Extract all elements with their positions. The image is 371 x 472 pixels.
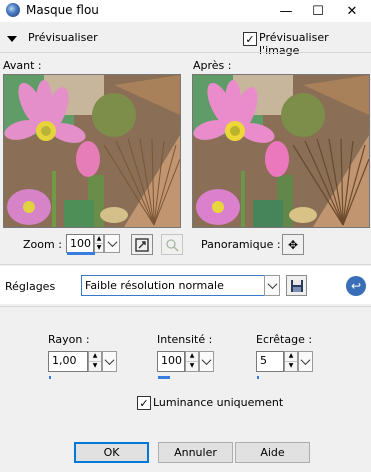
spin-down-icon[interactable]: ▼ bbox=[285, 362, 297, 372]
chevron-down-icon bbox=[201, 355, 212, 366]
before-preview-image[interactable] bbox=[3, 74, 181, 228]
luminance-checkbox[interactable]: ✓ bbox=[137, 396, 151, 410]
spin-up-icon[interactable]: ▲ bbox=[186, 352, 198, 362]
intensity-spinner[interactable]: ▲ ▼ bbox=[185, 351, 199, 372]
zoom-dropdown-button[interactable] bbox=[104, 234, 120, 253]
zoom-level-bar bbox=[67, 252, 95, 255]
help-button[interactable]: Aide bbox=[235, 442, 310, 463]
clipping-input[interactable]: 5 bbox=[256, 351, 284, 372]
zoom-label: Zoom : bbox=[23, 238, 62, 251]
save-disk-icon bbox=[290, 279, 303, 292]
presets-label: Réglages bbox=[5, 280, 56, 293]
divider bbox=[0, 264, 371, 265]
spin-up-icon[interactable]: ▲ bbox=[285, 352, 297, 362]
intensity-value: 100 bbox=[161, 354, 182, 367]
radius-dropdown-button[interactable] bbox=[102, 351, 117, 372]
after-label: Après : bbox=[193, 59, 232, 72]
spin-down-icon[interactable]: ▼ bbox=[186, 362, 198, 372]
presets-value: Faible résolution normale bbox=[85, 279, 224, 292]
preview-image-checkbox[interactable]: ✓ bbox=[243, 32, 257, 46]
preview-image-label: Prévisualiser l'image bbox=[259, 31, 329, 57]
clipping-spinner[interactable]: ▲ ▼ bbox=[284, 351, 298, 372]
cancel-button[interactable]: Annuler bbox=[158, 442, 233, 463]
chevron-down-icon bbox=[107, 237, 117, 248]
close-icon: ✕ bbox=[346, 3, 358, 19]
radius-label: Rayon : bbox=[48, 333, 90, 346]
spin-up-icon[interactable]: ▲ bbox=[89, 352, 101, 362]
clipping-level-bar bbox=[257, 376, 259, 379]
spin-up-icon[interactable]: ▲ bbox=[95, 235, 103, 244]
checkmark-icon: ✓ bbox=[245, 32, 255, 46]
reset-icon: ↩ bbox=[350, 279, 362, 293]
fit-window-icon bbox=[135, 237, 149, 252]
title-bar: Masque flou — ☐ ✕ bbox=[0, 0, 371, 22]
divider bbox=[0, 306, 371, 307]
luminance-label: Luminance uniquement bbox=[153, 396, 284, 409]
radius-spinner[interactable]: ▲ ▼ bbox=[88, 351, 102, 372]
zoom-tool-icon bbox=[166, 238, 179, 252]
close-button[interactable]: ✕ bbox=[335, 0, 369, 22]
save-preset-button[interactable] bbox=[286, 275, 307, 296]
after-preview-image[interactable] bbox=[192, 74, 370, 228]
chevron-down-icon bbox=[104, 355, 115, 366]
intensity-input[interactable]: 100 bbox=[157, 351, 185, 372]
clipping-value: 5 bbox=[260, 354, 267, 367]
radius-value: 1,00 bbox=[52, 354, 77, 367]
preview-label: Prévisualiser bbox=[28, 31, 98, 44]
checkmark-icon: ✓ bbox=[139, 396, 149, 410]
intensity-level-bar bbox=[158, 376, 170, 379]
intensity-dropdown-button[interactable] bbox=[199, 351, 214, 372]
fit-window-button[interactable] bbox=[131, 234, 153, 255]
window-title: Masque flou bbox=[26, 3, 99, 17]
reset-button[interactable]: ↩ bbox=[346, 276, 366, 296]
radius-input[interactable]: 1,00 bbox=[48, 351, 88, 372]
spin-down-icon[interactable]: ▼ bbox=[95, 244, 103, 253]
spin-down-icon[interactable]: ▼ bbox=[89, 362, 101, 372]
minimize-button[interactable]: — bbox=[269, 0, 303, 22]
zoom-spinner[interactable]: ▲ ▼ bbox=[94, 234, 104, 253]
presets-dropdown-button[interactable] bbox=[264, 275, 280, 296]
zoom-input[interactable]: 100 bbox=[66, 234, 94, 253]
presets-select[interactable]: Faible résolution normale bbox=[81, 275, 265, 296]
clipping-dropdown-button[interactable] bbox=[298, 351, 313, 372]
divider bbox=[0, 52, 371, 53]
clipping-label: Ecrêtage : bbox=[256, 333, 313, 346]
zoom-tool-button[interactable] bbox=[161, 234, 183, 255]
ok-button[interactable]: OK bbox=[74, 442, 149, 463]
pan-label: Panoramique : bbox=[201, 238, 281, 251]
chevron-down-icon bbox=[267, 279, 277, 290]
zoom-value: 100 bbox=[70, 237, 91, 250]
app-icon bbox=[6, 3, 20, 17]
chevron-down-icon bbox=[300, 355, 311, 366]
minimize-icon: — bbox=[279, 3, 293, 19]
radius-level-bar bbox=[49, 376, 51, 379]
maximize-icon: ☐ bbox=[312, 3, 324, 19]
intensity-label: Intensité : bbox=[157, 333, 213, 346]
preview-bar: Prévisualiser ✓ Prévisualiser l'image bbox=[0, 26, 371, 57]
triangle-down-icon[interactable] bbox=[7, 36, 17, 42]
pan-button[interactable]: ✥ bbox=[282, 234, 304, 255]
pan-move-icon: ✥ bbox=[287, 237, 299, 252]
before-label: Avant : bbox=[3, 59, 42, 72]
maximize-button[interactable]: ☐ bbox=[301, 0, 335, 22]
